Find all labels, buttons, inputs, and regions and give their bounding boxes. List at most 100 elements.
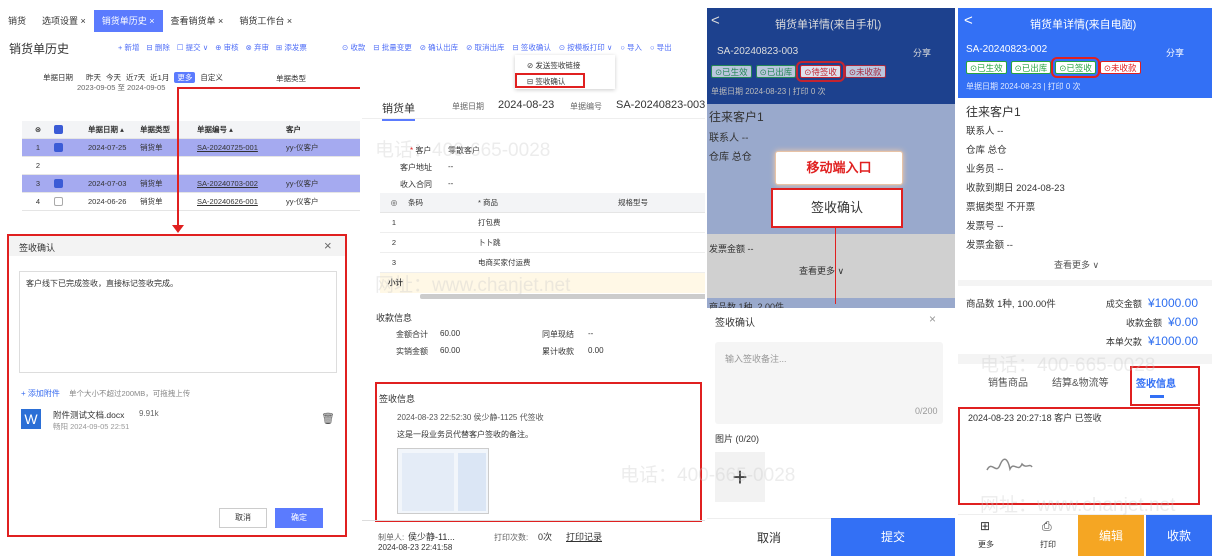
amount-row: 本单欠款 ¥1000.00 bbox=[1105, 334, 1198, 348]
sign-image-thumbnail[interactable] bbox=[397, 448, 489, 514]
cell-product[interactable]: 打包费 bbox=[478, 217, 618, 228]
settings-icon[interactable]: ⊛ bbox=[22, 125, 54, 134]
tab-sales[interactable]: 销货 bbox=[0, 10, 34, 32]
range-custom[interactable]: 自定义 bbox=[200, 72, 223, 83]
back-icon[interactable]: < bbox=[711, 12, 720, 29]
tag-effective: ⊙已生效 bbox=[711, 65, 752, 78]
date-value[interactable]: 2024-08-23 bbox=[498, 99, 554, 111]
cell-product[interactable]: 卜卜跳 bbox=[478, 237, 618, 248]
sign-sheet: 签收确认 × 输入签收备注... 0/200 图片 (0/20) + 取消 提交 bbox=[707, 308, 955, 556]
row-checkbox[interactable] bbox=[54, 143, 88, 153]
cell-code[interactable]: SA-20240626-001 bbox=[197, 197, 286, 206]
share-button[interactable]: 分享 bbox=[1166, 46, 1184, 59]
doc-code: SA-20240823-002 bbox=[966, 44, 1048, 55]
send-sign-link-item[interactable]: ⊘ 发送签收链接 bbox=[527, 60, 580, 71]
sync-label: 同单现结 bbox=[542, 330, 574, 339]
row-checkbox[interactable] bbox=[54, 197, 88, 207]
sign-confirm-button[interactable]: 签收确认 bbox=[771, 188, 903, 228]
add-button[interactable]: + 新增 bbox=[118, 42, 139, 53]
range-more[interactable]: 更多 bbox=[174, 72, 196, 83]
close-icon[interactable]: × bbox=[929, 312, 936, 326]
unaudit-button[interactable]: ⊗ 弃审 bbox=[246, 42, 269, 53]
sign-confirm-menu-item[interactable]: ⊟ 签收确认 bbox=[515, 73, 585, 88]
type-label: 单据类型 bbox=[276, 74, 306, 83]
tab-workbench[interactable]: 销货工作台 × bbox=[231, 10, 300, 32]
edit-button[interactable]: 编辑 bbox=[1078, 515, 1144, 556]
top-tabs: 销货 选项设置 × 销货单历史 × 查看销货单 × 销货工作台 × bbox=[0, 10, 360, 32]
sign-confirm-toolbar-button[interactable]: ⊟ 签收确认 bbox=[513, 42, 551, 53]
cell-product[interactable]: 电商买家付运费 bbox=[478, 257, 618, 268]
select-all-checkbox[interactable] bbox=[54, 125, 88, 135]
print-template-button[interactable]: ⊙ 按模板打印 ∨ bbox=[559, 42, 612, 53]
print-icon[interactable]: ⎙ bbox=[1042, 519, 1052, 534]
collect-button[interactable]: ⊙ 收款 bbox=[342, 42, 365, 53]
mobile-phone-panel: < 销货单详情(来自手机) SA-20240823-003 分享 ⊙已生效 ⊙已… bbox=[707, 8, 955, 556]
submit-button[interactable]: ☐ 提交 ∨ bbox=[177, 42, 208, 53]
add-image-button[interactable]: + bbox=[715, 452, 765, 502]
customer-value[interactable]: 零散客户 bbox=[448, 145, 480, 156]
cell-code[interactable]: SA-20240703-002 bbox=[197, 179, 286, 188]
trash-icon[interactable]: 🗑 bbox=[321, 412, 335, 425]
doc-code: SA-20240823-003 bbox=[717, 46, 799, 57]
export-button[interactable]: ○ 导出 bbox=[650, 42, 672, 53]
table-row[interactable]: 3 2024-07-03 销货单 SA-20240703-002 yy-仪客户 bbox=[22, 175, 360, 193]
print-record-link[interactable]: 打印记录 bbox=[566, 530, 602, 543]
header-date[interactable]: 单据日期 ▴ bbox=[88, 124, 140, 135]
collect-button[interactable]: 收款 bbox=[1146, 515, 1212, 556]
delete-button[interactable]: ⊟ 删除 bbox=[146, 42, 169, 53]
table-row[interactable]: 1 打包费 bbox=[380, 213, 705, 233]
cell-code[interactable]: SA-20240725-001 bbox=[197, 143, 286, 152]
view-more-link[interactable]: 查看更多 ∨ bbox=[799, 264, 844, 277]
table-row[interactable]: 4 2024-06-26 销货单 SA-20240626-001 yy-仪客户 bbox=[22, 193, 360, 211]
tab-goods[interactable]: 销售商品 bbox=[988, 374, 1028, 389]
sign-note-input[interactable]: 输入签收备注... 0/200 bbox=[715, 342, 943, 424]
audit-button[interactable]: ⊕ 审核 bbox=[215, 42, 238, 53]
batch-change-button[interactable]: ⊟ 批量变更 bbox=[373, 42, 411, 53]
cancel-button[interactable]: 取消 bbox=[707, 518, 831, 556]
print-label[interactable]: 打印 bbox=[1040, 539, 1056, 550]
row-checkbox[interactable] bbox=[54, 179, 88, 189]
row-number: 1 bbox=[391, 218, 397, 227]
status-tags: ⊙已生效 ⊙已出库 ⊙待签收 ⊙未收款 bbox=[711, 61, 886, 82]
info-field: 票据类型 不开票 bbox=[966, 202, 1036, 213]
more-label[interactable]: 更多 bbox=[978, 539, 994, 550]
table-row[interactable]: 2 bbox=[22, 157, 360, 175]
view-more-link[interactable]: 查看更多 ∨ bbox=[1054, 258, 1099, 271]
acc-label: 累计收款 bbox=[542, 347, 574, 356]
back-icon[interactable]: < bbox=[964, 12, 973, 29]
more-grid-icon[interactable]: ⊞ bbox=[980, 519, 990, 533]
info-field: 仓库 总仓 bbox=[966, 145, 1007, 156]
note-textarea[interactable]: 客户线下已完成签收，直接标记签收完成。 bbox=[19, 271, 337, 373]
row-number: 2 bbox=[391, 238, 397, 247]
share-button[interactable]: 分享 bbox=[913, 46, 931, 59]
add-invoice-button[interactable]: ⊞ 添发票 bbox=[276, 42, 307, 53]
tab-sign-info[interactable]: 签收信息 bbox=[1130, 366, 1200, 406]
close-icon[interactable]: × bbox=[324, 238, 332, 253]
table-row[interactable]: 3 电商买家付运费 bbox=[380, 253, 705, 273]
tag-pending-sign: ⊙待签收 bbox=[796, 61, 845, 82]
tab-settlement[interactable]: 结算&物流等 bbox=[1052, 374, 1109, 389]
table-row[interactable]: 2 卜卜跳 bbox=[380, 233, 705, 253]
add-attachment-link[interactable]: + 添加附件 bbox=[21, 388, 60, 399]
cell-customer: yy-仪客户 bbox=[286, 143, 319, 152]
amount-row: 收款金额 ¥0.00 bbox=[1125, 315, 1198, 329]
import-button[interactable]: ○ 导入 bbox=[620, 42, 642, 53]
tab-view[interactable]: 查看销货单 × bbox=[163, 10, 232, 32]
customer-name: 往来客户1 bbox=[966, 105, 1021, 119]
cancel-button[interactable]: 取消 bbox=[219, 508, 267, 528]
row-number: 3 bbox=[391, 258, 397, 267]
ok-button[interactable]: 确定 bbox=[275, 508, 323, 528]
horizontal-scrollbar[interactable] bbox=[420, 294, 705, 299]
submit-button[interactable]: 提交 bbox=[831, 518, 955, 556]
acc-value: 0.00 bbox=[588, 346, 604, 355]
real-label: 实销金额 bbox=[396, 347, 428, 356]
tab-history[interactable]: 销货单历史 × bbox=[93, 10, 163, 32]
file-name[interactable]: 附件测试文档.docx bbox=[53, 409, 124, 421]
page-title: 销货单历史 bbox=[9, 42, 70, 56]
header-code[interactable]: 单据编号 ▴ bbox=[197, 124, 286, 135]
mobile-entry-label: 移动端入口 bbox=[775, 151, 903, 185]
confirm-outbound-button[interactable]: ⊘ 确认出库 bbox=[420, 42, 458, 53]
cancel-outbound-button[interactable]: ⊘ 取消出库 bbox=[466, 42, 504, 53]
tab-options[interactable]: 选项设置 × bbox=[34, 10, 94, 32]
table-row[interactable]: 1 2024-07-25 销货单 SA-20240725-001 yy-仪客户 bbox=[22, 139, 360, 157]
